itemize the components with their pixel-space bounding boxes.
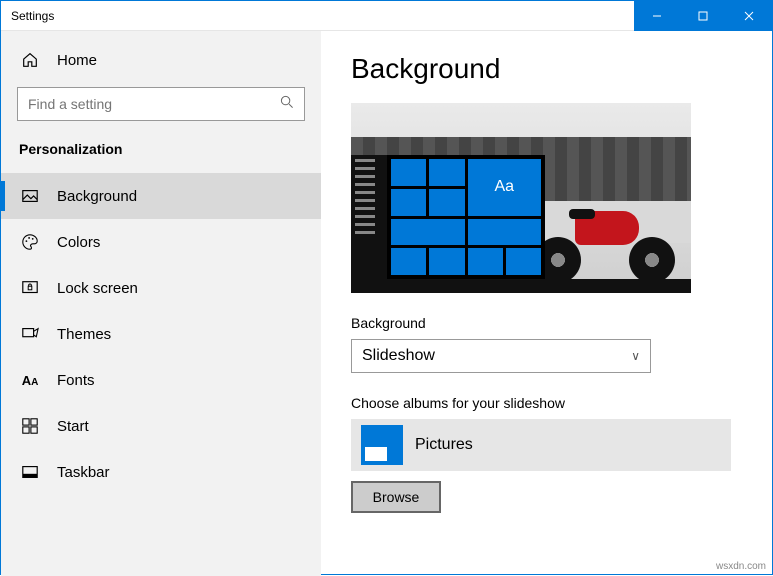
- home-label: Home: [57, 52, 97, 69]
- titlebar: Settings: [1, 1, 772, 31]
- sidebar-item-label: Fonts: [57, 372, 95, 389]
- main-panel: Background Aa Background: [321, 31, 772, 576]
- sidebar-item-fonts[interactable]: AA Fonts: [1, 357, 321, 403]
- minimize-button[interactable]: [634, 1, 680, 31]
- window-controls: [634, 1, 772, 31]
- sidebar-item-label: Colors: [57, 234, 100, 251]
- search-input[interactable]: [28, 96, 280, 112]
- picture-icon: [21, 187, 39, 205]
- sidebar-item-label: Background: [57, 188, 137, 205]
- background-label: Background: [351, 315, 748, 331]
- sidebar-item-label: Lock screen: [57, 280, 138, 297]
- album-label: Choose albums for your slideshow: [351, 395, 748, 411]
- background-dropdown-value: Slideshow: [362, 347, 435, 365]
- sidebar-item-colors[interactable]: Colors: [1, 219, 321, 265]
- watermark: wsxdn.com: [716, 561, 766, 572]
- desktop-preview: Aa: [351, 103, 691, 293]
- close-button[interactable]: [726, 1, 772, 31]
- sidebar-item-label: Themes: [57, 326, 111, 343]
- fonts-icon: AA: [21, 373, 39, 388]
- lock-icon: [21, 279, 39, 297]
- folder-icon: [361, 425, 403, 465]
- background-dropdown[interactable]: Slideshow ∨: [351, 339, 651, 373]
- start-icon: [21, 417, 39, 435]
- browse-button-label: Browse: [373, 489, 420, 505]
- album-selection[interactable]: Pictures: [351, 419, 731, 471]
- home-nav[interactable]: Home: [1, 41, 321, 79]
- taskbar-icon: [21, 463, 39, 481]
- preview-wallpaper-subject: [535, 193, 675, 283]
- page-title: Background: [351, 53, 748, 85]
- sidebar-item-label: Start: [57, 418, 89, 435]
- sidebar-item-taskbar[interactable]: Taskbar: [1, 449, 321, 495]
- palette-icon: [21, 233, 39, 251]
- themes-icon: [21, 325, 39, 343]
- browse-button[interactable]: Browse: [351, 481, 441, 513]
- maximize-button[interactable]: [680, 1, 726, 31]
- chevron-down-icon: ∨: [631, 349, 640, 363]
- sidebar-item-background[interactable]: Background: [1, 173, 321, 219]
- sidebar-item-start[interactable]: Start: [1, 403, 321, 449]
- sidebar-item-lockscreen[interactable]: Lock screen: [1, 265, 321, 311]
- search-box[interactable]: [17, 87, 305, 121]
- search-icon: [280, 95, 294, 114]
- home-icon: [21, 51, 39, 69]
- window-title: Settings: [1, 9, 634, 23]
- preview-sample-tile: Aa: [468, 159, 542, 216]
- sidebar-item-themes[interactable]: Themes: [1, 311, 321, 357]
- preview-start-menu: Aa: [351, 155, 545, 279]
- sidebar: Home Personalization Background Colors L…: [1, 31, 321, 576]
- sidebar-item-label: Taskbar: [57, 464, 110, 481]
- album-value: Pictures: [415, 436, 473, 454]
- section-header: Personalization: [1, 135, 321, 173]
